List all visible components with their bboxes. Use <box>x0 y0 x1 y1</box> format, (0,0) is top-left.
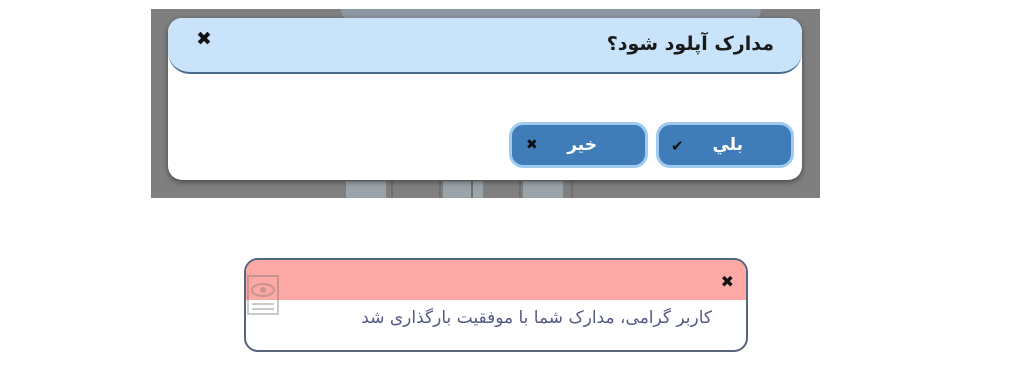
background-divider <box>571 181 573 198</box>
close-icon[interactable]: ✖ <box>721 274 734 290</box>
dialog-title: مدارک آپلود شود؟ <box>606 33 774 55</box>
background-divider <box>519 181 521 198</box>
background-divider <box>391 181 393 198</box>
background-stripe <box>346 181 386 198</box>
confirm-upload-dialog: ✖ مدارک آپلود شود؟ ✖ خير ✔ بلي <box>168 18 802 180</box>
notification-message: کاربر گرامی، مدارک شما با موفقیت بارگذار… <box>361 308 712 328</box>
yes-button-label: بلي <box>712 135 743 155</box>
yes-button[interactable]: ✔ بلي <box>656 122 794 168</box>
background-divider <box>439 181 441 198</box>
close-icon: ✖ <box>526 137 538 153</box>
document-eye-icon <box>247 275 279 315</box>
background-divider <box>471 181 473 198</box>
close-icon[interactable]: ✖ <box>196 30 212 49</box>
dialog-header: ✖ مدارک آپلود شود؟ <box>168 18 802 74</box>
success-notification: ✖ کاربر گرامی، مدارک شما با موفقیت بارگذ… <box>244 258 748 352</box>
checkmark-icon: ✔ <box>671 137 684 155</box>
no-button[interactable]: ✖ خير <box>509 122 648 168</box>
notification-header <box>246 260 746 300</box>
background-stripe <box>443 181 483 198</box>
background-stripe <box>523 181 563 198</box>
no-button-label: خير <box>567 135 597 155</box>
